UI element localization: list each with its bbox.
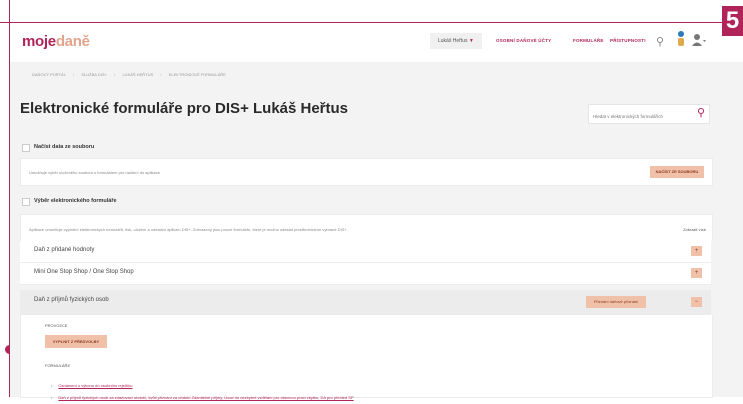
search-icon[interactable]: ⚲: [697, 106, 705, 119]
expand-icon[interactable]: +: [691, 268, 702, 278]
load-section-checkbox[interactable]: [22, 144, 30, 152]
site-logo[interactable]: mojedaně: [22, 33, 90, 50]
forms-label: FORMULÁŘE: [45, 363, 71, 368]
collapse-icon[interactable]: −: [691, 297, 702, 307]
select-form-text: Aplikace umožňuje vyplnění elektronickýc…: [29, 227, 348, 232]
dropdown-caret-icon: ▼: [468, 38, 474, 44]
select-section-heading: Výběr elektronického formuláře: [34, 198, 117, 204]
notifications-icon[interactable]: [676, 31, 686, 50]
page-title: Elektronické formuláře pro DIS+ Lukáš He…: [20, 100, 349, 117]
user-menu-dropdown[interactable]: Lukáš Heřtus ▼: [430, 33, 482, 49]
load-from-file-button[interactable]: NAČÍST ZE SOUBORU: [650, 166, 704, 178]
user-account-icon[interactable]: [692, 34, 706, 49]
breadcrumb-item: ELEKTRONICKÉ FORMULÁŘE: [168, 72, 226, 77]
accordion-label: Daň z příjmů fyzických osob: [34, 297, 109, 303]
select-form-description: Aplikace umožňuje vyplnění elektronickýc…: [20, 214, 713, 241]
form-search-input[interactable]: [589, 108, 689, 125]
accordion-row-income-tax[interactable]: Daň z příjmů fyzických osob Přiznání daň…: [20, 290, 711, 315]
accordion-row-vat[interactable]: Daň z přidané hodnoty +: [20, 241, 711, 263]
income-tax-expanded-panel: PROVOZCE VYPLNIT Z PŘEDVOLBY FORMULÁŘE •…: [20, 315, 713, 400]
nav-forms[interactable]: FORMULÁŘE: [573, 38, 604, 43]
accordion-label: Daň z přidané hodnoty: [34, 247, 95, 253]
form-link[interactable]: Daň z příjmů fyzických osob za zdaňovací…: [58, 395, 353, 400]
load-section-heading: Načíst data ze souboru: [34, 144, 95, 150]
form-search-box: ⚲: [588, 104, 710, 125]
accordion-label: Mini One Stop Shop / One Stop Shop: [34, 269, 134, 275]
breadcrumb: DAŇOVÝ PORTÁL › SLUŽBA DIS+ › LUKÁŠ HEŘT…: [32, 72, 226, 77]
provoz-label: PROVOZCE: [45, 323, 68, 328]
user-name: Lukáš Heřtus: [438, 38, 468, 44]
form-link-item: • Daň z příjmů fyzických osob za zdaňovac…: [51, 395, 354, 400]
load-file-panel: Umožňuje výběr uloženého souboru s formu…: [20, 158, 713, 186]
breadcrumb-item[interactable]: SLUŽBA DIS+: [81, 72, 106, 77]
income-tax-badge[interactable]: Přiznání daňové přiznání: [586, 296, 646, 308]
breadcrumb-item[interactable]: DAŇOVÝ PORTÁL: [32, 72, 66, 77]
load-file-hint: Umožňuje výběr uloženého souboru s formu…: [29, 170, 160, 175]
fill-from-preset-button[interactable]: VYPLNIT Z PŘEDVOLBY: [45, 335, 107, 348]
search-icon[interactable]: ⚲: [656, 35, 664, 48]
accordion-row-moss[interactable]: Mini One Stop Shop / One Stop Shop +: [20, 263, 711, 285]
top-header: mojedaně Lukáš Heřtus ▼ OSOBNÍ DAŇOVÉ ÚČ…: [10, 23, 722, 61]
select-section-checkbox[interactable]: [22, 198, 30, 206]
nav-accessibility[interactable]: PŘÍSTUPNOSTI: [610, 38, 646, 43]
show-more-link[interactable]: Zobrazit více: [683, 227, 706, 232]
nav-personal-tax-accounts[interactable]: OSOBNÍ DAŇOVÉ ÚČTY: [496, 38, 551, 43]
expand-icon[interactable]: +: [691, 246, 702, 256]
step-number-badge: 5: [722, 6, 743, 36]
breadcrumb-item[interactable]: LUKÁŠ HEŘTUS: [122, 72, 153, 77]
main-content: DAŇOVÝ PORTÁL › SLUŽBA DIS+ › LUKÁŠ HEŘT…: [10, 62, 743, 400]
